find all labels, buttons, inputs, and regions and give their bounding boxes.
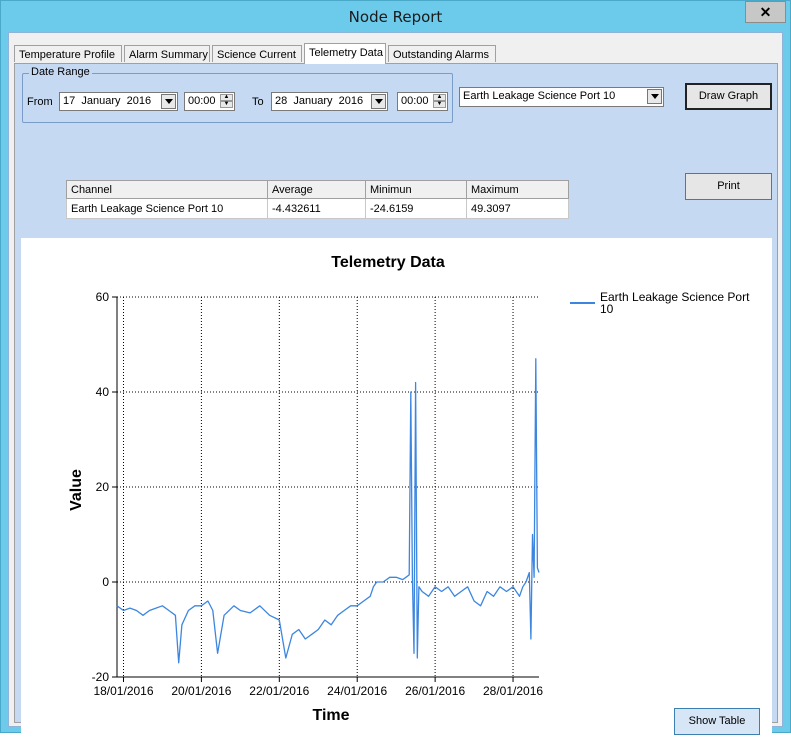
col-header-average[interactable]: Average [267, 180, 366, 199]
y-tick-label: -20 [92, 670, 110, 684]
x-axis-label: Time [312, 707, 349, 724]
tab-outstanding-alarms[interactable]: Outstanding Alarms [388, 45, 496, 62]
window-title: Node Report [348, 8, 443, 26]
from-time: 00:00 [188, 95, 216, 107]
from-year: 2016 [126, 95, 152, 107]
y-tick-label: 20 [96, 480, 110, 494]
legend-label: Earth Leakage Science Port 10 [600, 290, 750, 316]
tab-telemetry-data[interactable]: Telemetry Data [304, 43, 386, 64]
to-date-dropdown-icon[interactable] [371, 94, 386, 109]
y-tick-label: 60 [96, 290, 110, 304]
spin-up-icon[interactable]: ▲ [433, 94, 446, 101]
x-tick-label: 18/01/2016 [93, 684, 153, 698]
stats-table: Channel Average Minimun Maximum Earth Le… [66, 180, 569, 219]
show-table-button[interactable]: Show Table [674, 708, 760, 735]
x-tick-label: 20/01/2016 [171, 684, 231, 698]
print-button[interactable]: Print [685, 173, 772, 200]
x-tick-label: 26/01/2016 [405, 684, 465, 698]
from-day: 17 [63, 95, 76, 107]
to-time-picker[interactable]: 00:00 ▲ ▼ [397, 92, 448, 111]
series-line-0 [116, 358, 540, 664]
title-bar[interactable]: Node Report ✕ [1, 1, 790, 32]
date-range-group: Date Range From 17 January 2016 00:00 ▲ ▼… [22, 66, 453, 123]
chart-area: Telemetry Data Time Value -20 0 20 40 60 18/01/2… [21, 238, 772, 746]
y-axis-label: Value [68, 469, 85, 511]
close-button[interactable]: ✕ [745, 1, 786, 23]
cell-maximum[interactable]: 49.3097 [466, 198, 569, 219]
from-date-dropdown-icon[interactable] [161, 94, 176, 109]
col-header-maximum[interactable]: Maximum [466, 180, 569, 199]
col-header-minimum[interactable]: Minimun [365, 180, 467, 199]
chart-title: Telemetry Data [331, 254, 445, 271]
cell-average[interactable]: -4.432611 [267, 198, 366, 219]
to-month: January [293, 95, 333, 107]
from-time-picker[interactable]: 00:00 ▲ ▼ [184, 92, 235, 111]
spin-up-icon[interactable]: ▲ [220, 94, 233, 101]
to-date-picker[interactable]: 28 January 2016 [271, 92, 388, 111]
col-header-channel[interactable]: Channel [66, 180, 268, 199]
from-label: From [27, 96, 53, 108]
date-range-label: Date Range [29, 66, 92, 78]
channel-dropdown-icon[interactable] [647, 89, 662, 104]
table-row[interactable]: Earth Leakage Science Port 10 -4.432611 … [66, 198, 569, 219]
to-time-spinner[interactable]: ▲ ▼ [433, 94, 446, 109]
cell-minimum[interactable]: -24.6159 [365, 198, 467, 219]
node-report-window: Node Report ✕ Temperature Profile Alarm … [0, 0, 791, 746]
from-date-picker[interactable]: 17 January 2016 [59, 92, 178, 111]
draw-graph-button[interactable]: Draw Graph [685, 83, 772, 110]
cell-channel[interactable]: Earth Leakage Science Port 10 [66, 198, 268, 219]
tab-alarm-summary[interactable]: Alarm Summary [124, 45, 210, 62]
x-tick-label: 24/01/2016 [327, 684, 387, 698]
from-month: January [81, 95, 121, 107]
spin-down-icon[interactable]: ▼ [220, 101, 233, 108]
from-time-spinner[interactable]: ▲ ▼ [220, 94, 233, 109]
to-label: To [252, 96, 264, 108]
client-area: Temperature Profile Alarm Summary Scienc… [8, 32, 783, 746]
x-tick-label: 28/01/2016 [483, 684, 543, 698]
y-tick-label: 0 [102, 575, 109, 589]
x-tick-label: 22/01/2016 [249, 684, 309, 698]
tab-temperature-profile[interactable]: Temperature Profile [14, 45, 122, 62]
stats-header-row: Channel Average Minimun Maximum [66, 180, 569, 199]
to-day: 28 [275, 95, 288, 107]
spin-down-icon[interactable]: ▼ [433, 101, 446, 108]
to-year: 2016 [338, 95, 364, 107]
y-tick-label: 40 [96, 385, 110, 399]
telemetry-tab-page: Date Range From 17 January 2016 00:00 ▲ ▼… [14, 63, 778, 746]
telemetry-chart: Telemetry Data Time Value -20 0 20 40 60 18/01/2… [68, 254, 750, 724]
channel-select[interactable]: Earth Leakage Science Port 10 [459, 87, 664, 107]
tab-science-current[interactable]: Science Current [212, 45, 302, 62]
channel-select-value: Earth Leakage Science Port 10 [463, 90, 616, 102]
to-time: 00:00 [401, 95, 429, 107]
